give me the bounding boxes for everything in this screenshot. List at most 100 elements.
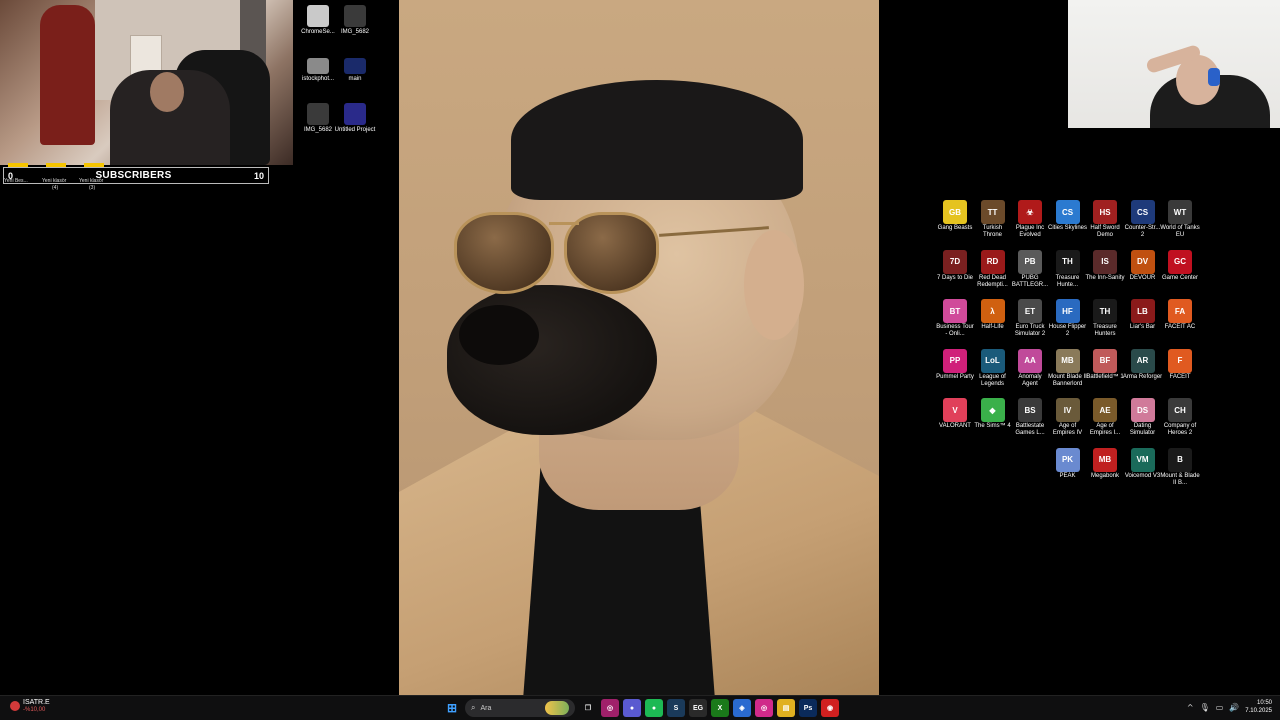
game-shortcut[interactable]: F FACEIT: [1160, 348, 1200, 381]
game-shortcut[interactable]: IV Age of Empires IV: [1048, 398, 1088, 437]
game-icon: BF: [1093, 348, 1117, 373]
search-placeholder: Ara: [480, 704, 492, 712]
game-shortcut[interactable]: DV DEVOUR: [1123, 249, 1163, 282]
discord-icon[interactable]: ●: [623, 699, 641, 717]
photoshop-icon[interactable]: Ps: [799, 699, 817, 717]
game-icon: B: [1168, 447, 1192, 472]
game-shortcut[interactable]: PP Pummel Party: [935, 348, 975, 381]
game-shortcut[interactable]: GC Game Center: [1160, 249, 1200, 282]
game-shortcut[interactable]: TH Treasure Hunters: [1085, 299, 1125, 338]
game-shortcut[interactable]: LB Liar's Bar: [1123, 299, 1163, 331]
game-shortcut[interactable]: HS Half Sword Demo: [1085, 200, 1125, 239]
game-shortcut[interactable]: VM Voicemod V3: [1123, 447, 1163, 480]
game-shortcut[interactable]: ◆ The Sims™ 4: [973, 398, 1013, 430]
game-shortcut[interactable]: MB Mount Blade II Bannerlord: [1048, 348, 1088, 388]
game-shortcut[interactable]: TH Treasure Hunte...: [1048, 249, 1088, 289]
game-shortcut[interactable]: AE Age of Empires I...: [1085, 398, 1125, 437]
after-effects-icon: [344, 103, 366, 125]
game-shortcut[interactable]: MB Megabonk: [1085, 447, 1125, 480]
clock-date: 7.10.2025: [1245, 708, 1272, 714]
game-shortcut[interactable]: ET Euro Truck Simulator 2: [1010, 299, 1050, 338]
game-shortcut[interactable]: λ Half-Life: [973, 299, 1013, 331]
task-view-button[interactable]: ❐: [579, 699, 597, 717]
game-label: Counter-Str... 2: [1124, 225, 1161, 238]
game-shortcut[interactable]: PK PEAK: [1048, 447, 1088, 480]
steam-icon[interactable]: S: [667, 699, 685, 717]
display-icon[interactable]: ▭: [1216, 703, 1224, 712]
game-shortcut[interactable]: AR Arma Reforger: [1123, 348, 1163, 381]
game-icon: PP: [943, 348, 967, 373]
game-shortcut[interactable]: AA Anomaly Agent: [1010, 348, 1050, 388]
game-shortcut[interactable]: WT World of Tanks EU: [1160, 200, 1200, 239]
game-shortcut[interactable]: ☣ Plague Inc Evolved: [1010, 200, 1050, 239]
desktop-icon-untitled-project[interactable]: Untitled Project: [333, 103, 377, 134]
game-icon: PB: [1018, 249, 1042, 274]
game-label: Megabonk: [1090, 472, 1120, 479]
game-label: VALORANT: [939, 423, 971, 429]
game-shortcut[interactable]: CS Cities Skylines: [1048, 200, 1088, 232]
dog-nose: [459, 305, 539, 365]
streamer-head: [150, 72, 184, 112]
game-icon: HS: [1093, 200, 1117, 224]
start-button[interactable]: ⊞: [443, 699, 461, 717]
game-shortcut[interactable]: GB Gang Beasts: [935, 200, 975, 232]
taskbar-apps: ◎ ● ● S EG X ◈ ◎ ▤ Ps ◉: [601, 699, 839, 717]
game-shortcut[interactable]: TT Turkish Throne: [973, 200, 1013, 239]
game-shortcut[interactable]: DS Dating Simulator: [1123, 398, 1163, 437]
spotify-icon[interactable]: ●: [645, 699, 663, 717]
app-icon[interactable]: ◎: [601, 699, 619, 717]
epic-games-icon[interactable]: EG: [689, 699, 707, 717]
game-label: Game Center: [1161, 274, 1198, 281]
windows-icon: ⊞: [446, 701, 458, 715]
xbox-icon[interactable]: X: [711, 699, 729, 717]
game-icon: TH: [1093, 299, 1117, 323]
game-icon: AA: [1018, 348, 1042, 373]
game-icon: IV: [1055, 398, 1080, 422]
app-icon[interactable]: ◈: [733, 699, 751, 717]
game-shortcut[interactable]: RD Red Dead Redempti...: [973, 249, 1013, 289]
image-icon: [307, 58, 329, 74]
game-label: The Inn-Sanity: [1085, 274, 1125, 281]
game-icon: 7D: [943, 249, 967, 274]
weather-widget[interactable]: ISATR.E -%10,00: [10, 699, 50, 713]
desktop-folder-label: Yeni klasör: [42, 178, 67, 184]
game-icon: LB: [1130, 299, 1155, 323]
game-icon: MB: [1093, 447, 1117, 472]
game-label: Euro Truck Simulator 2: [1014, 324, 1046, 337]
game-shortcut[interactable]: LoL League of Legends: [973, 348, 1013, 388]
volume-icon[interactable]: 🔊: [1229, 703, 1239, 712]
game-shortcut[interactable]: CH Company of Heroes 2: [1160, 398, 1200, 437]
game-label: Battlestate Games L...: [1015, 423, 1045, 436]
game-shortcut[interactable]: BF Battlefield™ 1: [1085, 348, 1125, 381]
game-shortcut[interactable]: FA FACEIT AC: [1160, 299, 1200, 331]
game-shortcut[interactable]: 7D 7 Days to Die: [935, 249, 975, 282]
game-icon: CH: [1168, 398, 1192, 422]
game-shortcut[interactable]: V VALORANT: [935, 398, 975, 430]
clock[interactable]: 10:50 7.10.2025: [1245, 699, 1272, 715]
chevron-up-icon[interactable]: ^: [1187, 703, 1194, 712]
game-shortcut[interactable]: B Mount & Blade II B...: [1160, 447, 1200, 487]
headset-icon: [1208, 68, 1220, 86]
desktop-icon-main[interactable]: main: [333, 58, 377, 83]
microphone-icon[interactable]: 🎙: [1200, 703, 1210, 712]
game-label: Anomaly Agent: [1018, 373, 1042, 387]
game-icon: TT: [980, 200, 1005, 224]
instagram-icon[interactable]: ◎: [755, 699, 773, 717]
game-shortcut[interactable]: PB PUBG BATTLEGR...: [1010, 249, 1050, 289]
taskbar-search[interactable]: ⌕ Ara: [465, 699, 575, 717]
game-shortcut[interactable]: BT Business Tour - Onli...: [935, 299, 975, 338]
system-tray: ^ 🎙 ▭ 🔊 10:50 7.10.2025: [1187, 699, 1272, 715]
game-label: Voicemod V3: [1124, 472, 1161, 479]
game-shortcut[interactable]: CS Counter-Str... 2: [1123, 200, 1163, 239]
game-icon: ◆: [980, 398, 1005, 422]
file-explorer-icon[interactable]: ▤: [777, 699, 795, 717]
subscriber-title: SUBSCRIBERS: [95, 170, 172, 181]
desktop-icon-img5682[interactable]: IMG_5682: [333, 5, 377, 36]
game-shortcut[interactable]: IS The Inn-Sanity: [1085, 249, 1125, 282]
game-icon: CS: [1130, 200, 1155, 224]
game-icon: MB: [1055, 348, 1080, 373]
game-shortcut[interactable]: BS Battlestate Games L...: [1010, 398, 1050, 437]
ear: [744, 230, 804, 340]
game-shortcut[interactable]: HF House Flipper 2: [1048, 299, 1088, 338]
chrome-icon[interactable]: ◉: [821, 699, 839, 717]
